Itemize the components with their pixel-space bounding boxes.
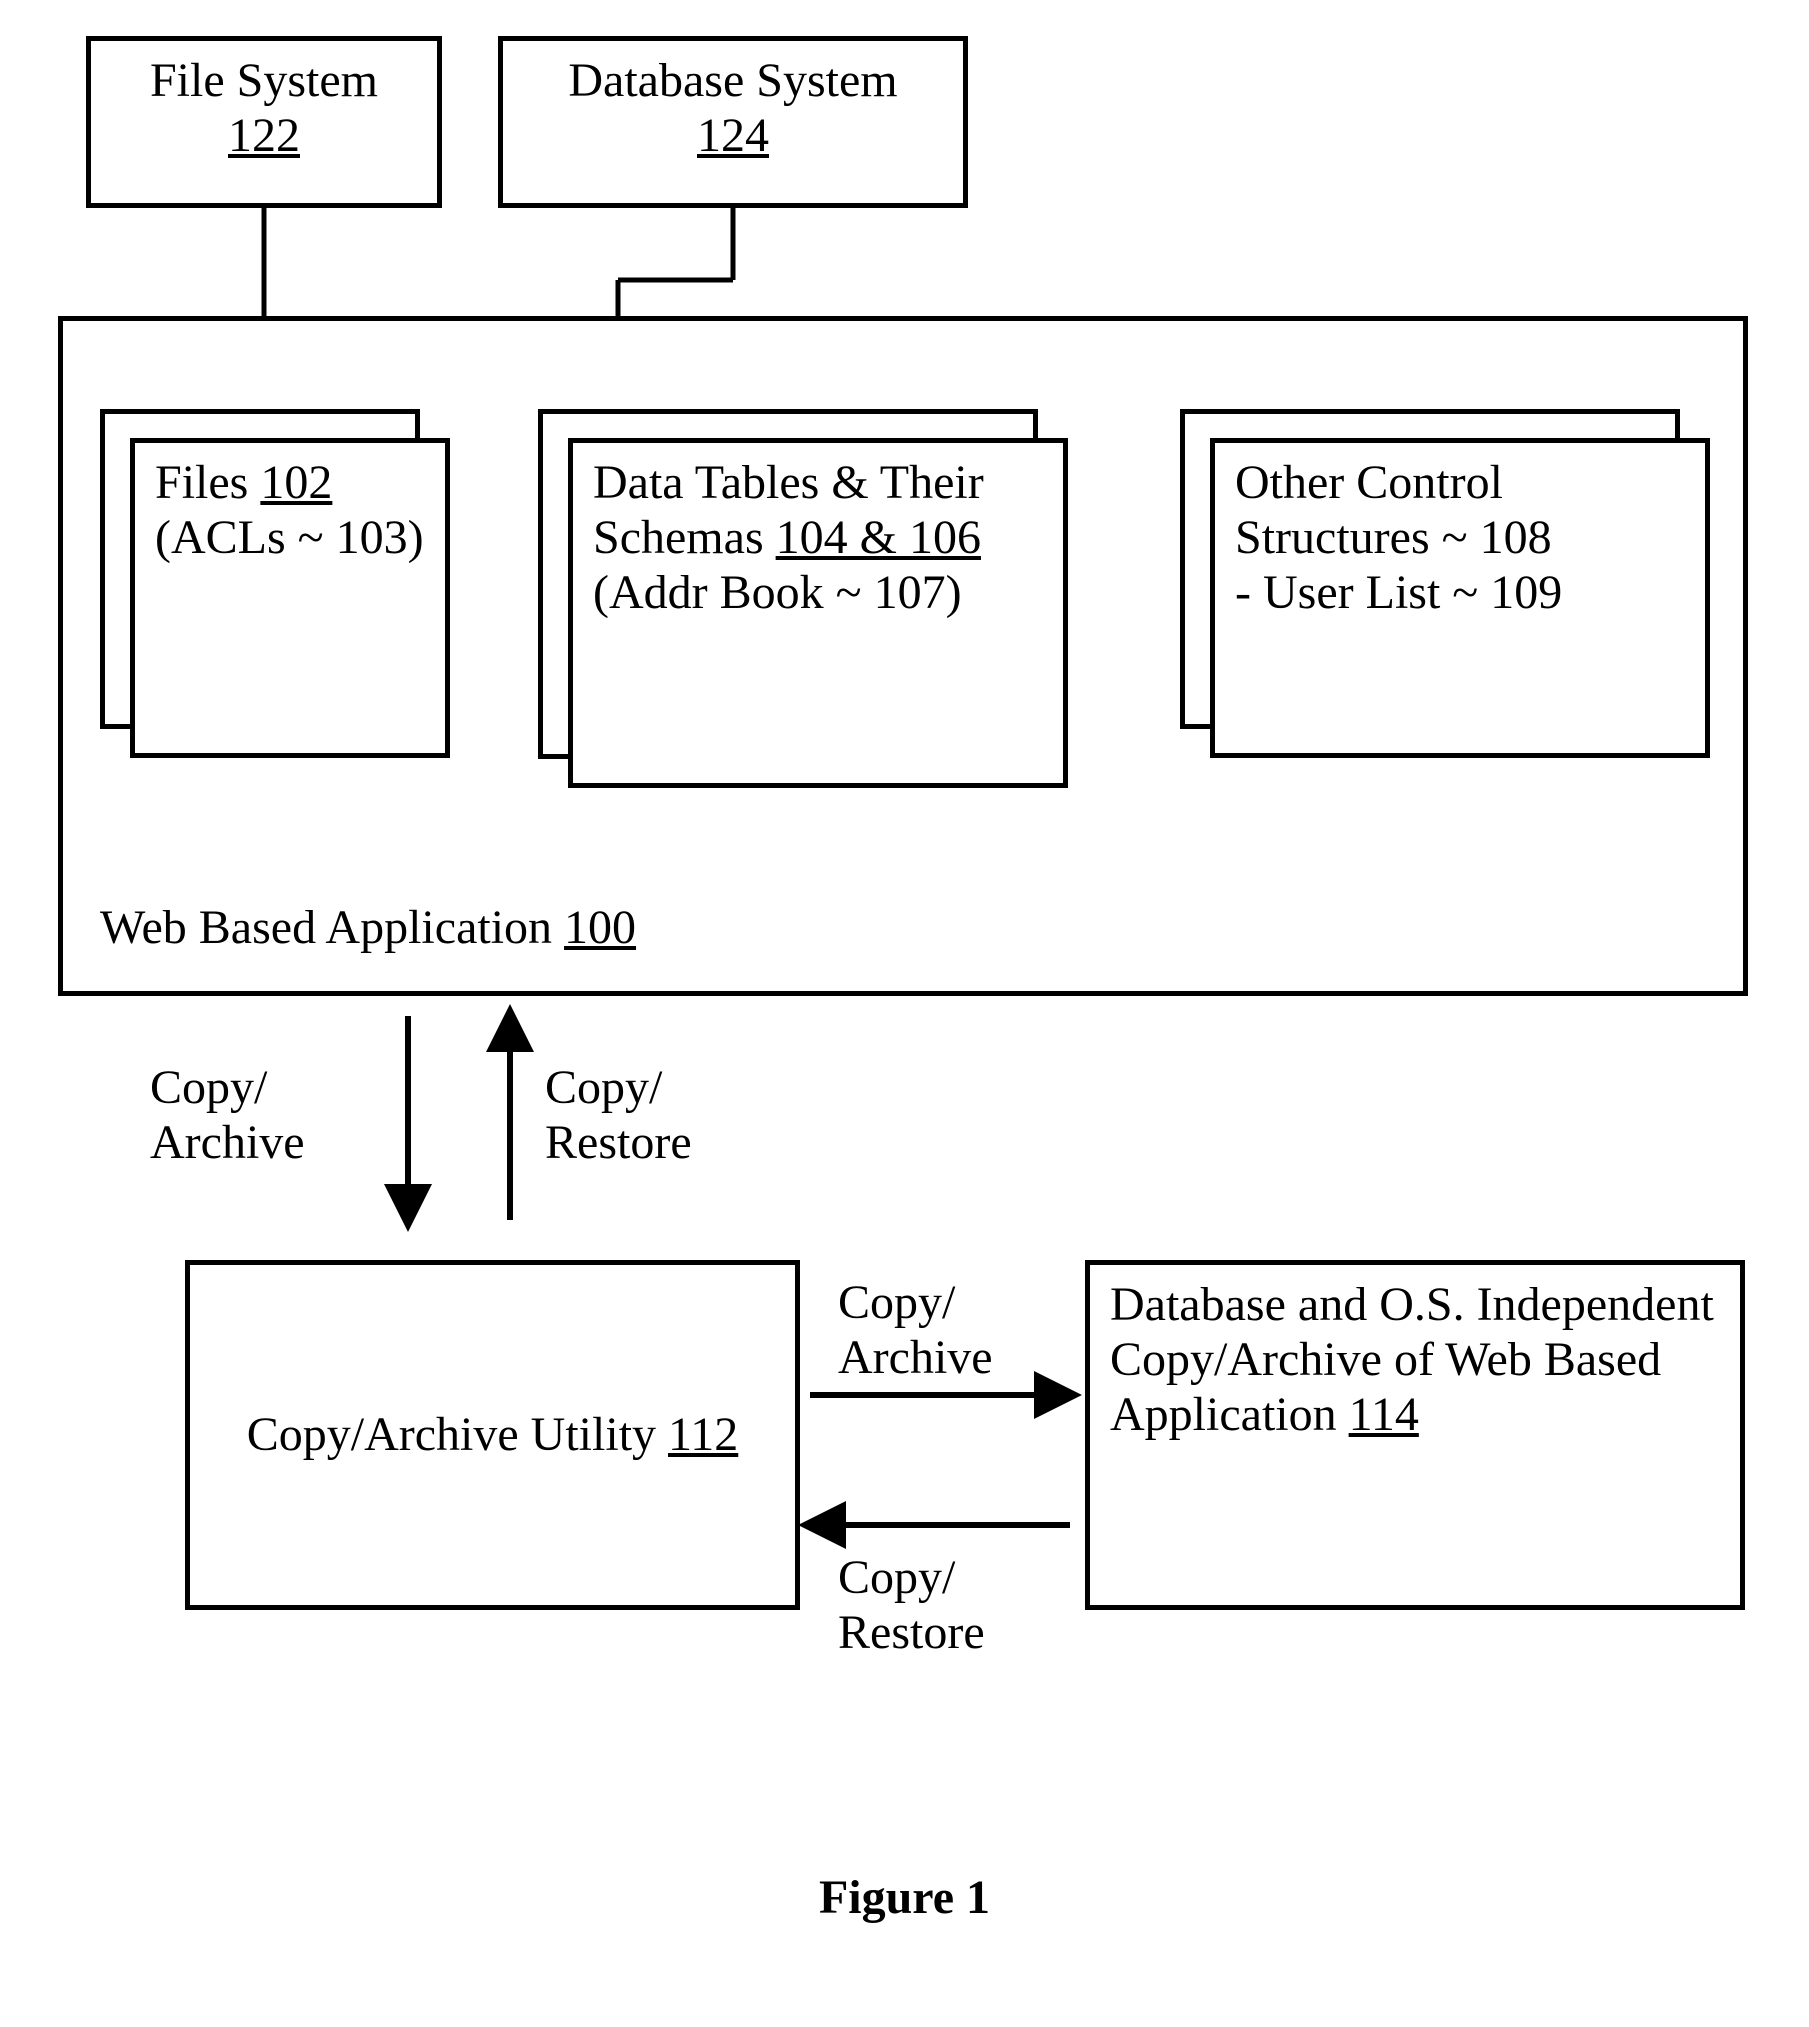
database-system-title: Database System — [568, 54, 897, 107]
datatables-refs: 104 & 106 — [776, 511, 981, 564]
database-system-box: Database System 124 — [498, 36, 968, 208]
v-arrow-copy-archive-label: Copy/ Archive — [150, 1060, 305, 1170]
utility-ref: 112 — [668, 1408, 738, 1461]
database-system-ref: 124 — [697, 109, 769, 162]
file-system-title: File System — [150, 54, 378, 107]
files-box: Files 102 (ACLs ~ 103) — [130, 438, 450, 758]
copy-archive-utility-box: Copy/Archive Utility 112 — [185, 1260, 800, 1610]
h-arrow-copy-archive-label: Copy/ Archive — [838, 1275, 993, 1385]
utility-title: Copy/Archive Utility — [247, 1408, 668, 1461]
otherctl-box: Other Control Structures ~ 108 - User Li… — [1210, 438, 1710, 758]
figure-title: Figure 1 — [0, 1870, 1809, 1925]
datatables-box: Data Tables & Their Schemas 104 & 106 (A… — [568, 438, 1068, 788]
file-system-ref: 122 — [228, 109, 300, 162]
file-system-box: File System 122 — [86, 36, 442, 208]
h-arrow-copy-restore-label: Copy/ Restore — [838, 1550, 985, 1660]
otherctl-line2: - User List ~ 109 — [1235, 566, 1562, 619]
archive-output-box: Database and O.S. Independent Copy/Archi… — [1085, 1260, 1745, 1610]
archive-ref: 114 — [1349, 1388, 1419, 1441]
files-ref: 102 — [260, 456, 332, 509]
web-app-ref: 100 — [564, 901, 636, 954]
web-app-prefix: Web Based Application — [100, 901, 564, 954]
otherctl-line1: Other Control Structures ~ 108 — [1235, 456, 1552, 564]
files-acl-line: (ACLs ~ 103) — [155, 511, 424, 564]
datatables-addr-line: (Addr Book ~ 107) — [593, 566, 962, 619]
v-arrow-copy-restore-label: Copy/ Restore — [545, 1060, 692, 1170]
files-title-prefix: Files — [155, 456, 260, 509]
web-based-app-label: Web Based Application 100 — [100, 900, 636, 955]
